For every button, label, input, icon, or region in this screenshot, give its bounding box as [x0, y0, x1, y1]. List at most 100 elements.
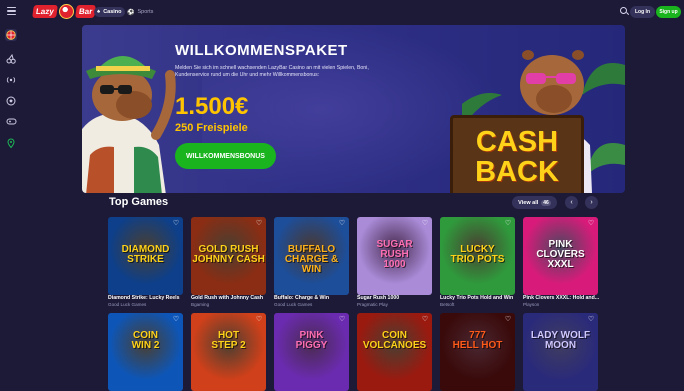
game-art-line: STEP 2: [211, 340, 246, 351]
favorite-heart-icon[interactable]: ♡: [421, 316, 429, 324]
sidebar-item-slots[interactable]: [5, 53, 17, 65]
game-art-title: BUFFALO CHARGE & WIN: [274, 245, 349, 275]
game-art-title: HOT STEP 2: [191, 331, 266, 351]
favorite-heart-icon[interactable]: ♡: [172, 220, 180, 228]
game-card[interactable]: COIN VOLCANOES ♡: [357, 313, 432, 391]
game-art-title: COIN WIN 2: [108, 331, 183, 351]
game-art-line: SUGAR: [376, 238, 413, 250]
sidebar-item-games[interactable]: [5, 115, 17, 127]
favorite-heart-icon[interactable]: ♡: [504, 220, 512, 228]
logo-text-lazy: Lazy: [32, 5, 58, 18]
view-all-button[interactable]: View all 46: [512, 196, 557, 209]
game-art-line: VOLCANOES: [362, 340, 427, 351]
favorite-heart-icon[interactable]: ♡: [172, 316, 180, 324]
favorite-heart-icon[interactable]: ♡: [255, 220, 263, 228]
ball-icon: ⚽: [127, 9, 135, 16]
logo-ball-icon: [58, 4, 74, 19]
spade-icon: ♠: [97, 9, 101, 15]
banner-description: Melden Sie sich im schnell wachsenden La…: [175, 65, 369, 78]
game-card[interactable]: BUFFALO CHARGE & WIN ♡: [274, 217, 349, 295]
game-art-title: SUGAR RUSH 1000: [357, 238, 432, 270]
favorite-heart-icon[interactable]: ♡: [338, 220, 346, 228]
menu-icon[interactable]: [7, 7, 16, 16]
banner-bonus-amount: 1.500€: [175, 93, 249, 120]
game-art-title: 777 HELL HOT: [440, 331, 515, 351]
favorite-heart-icon[interactable]: ♡: [338, 316, 346, 324]
logo[interactable]: Lazy Bar: [32, 4, 97, 19]
top-bar: Lazy Bar ♠ Casino ⚽ Sports Log In Sign u…: [0, 0, 684, 24]
banner-title: WILLKOMMENSPAKET: [175, 42, 348, 59]
game-art-title: PINK PIGGY: [274, 331, 349, 351]
gamepad-icon: [6, 118, 16, 125]
game-art-line: HELL HOT: [452, 340, 503, 351]
prev-arrow-button[interactable]: ‹: [565, 196, 578, 209]
game-card[interactable]: COIN WIN 2 ♡: [108, 313, 183, 391]
game-name[interactable]: Pink Clovers XXXL: Hold and...: [523, 295, 603, 301]
game-provider: Good Luck Games: [274, 302, 313, 307]
game-art-title: PINK CLOVERS XXXL: [523, 238, 598, 270]
game-art-title: COIN VOLCANOES: [357, 331, 432, 351]
game-card[interactable]: LUCKY TRIO POTS ♡: [440, 217, 515, 295]
top-games-title: Top Games: [109, 196, 169, 208]
game-art-line: 1000: [383, 258, 406, 270]
game-provider: Pragmatic Play: [357, 302, 388, 307]
game-art-line: PIGGY: [295, 340, 328, 351]
chevron-left-icon: ‹: [570, 199, 573, 206]
sidebar-item-location[interactable]: [5, 137, 17, 149]
cherries-icon: [6, 54, 16, 64]
search-icon[interactable]: [620, 7, 630, 16]
sidebar: [0, 24, 23, 385]
view-all-label: View all: [518, 199, 539, 206]
game-card[interactable]: LADY WOLF MOON ♡: [523, 313, 598, 391]
game-provider: Bgaming: [191, 302, 210, 307]
game-art-line: TRIO POTS: [450, 254, 505, 265]
welcome-bonus-button[interactable]: WILLKOMMENSBONUS: [175, 143, 276, 169]
logo-text-bar: Bar: [74, 5, 97, 18]
game-art-line: JOHNNY CASH: [192, 254, 265, 265]
game-art-line: XXXL: [547, 258, 574, 270]
sidebar-item-sports[interactable]: [5, 95, 17, 107]
game-name[interactable]: Diamond Strike: Lucky Reels: [108, 295, 188, 301]
sidebar-item-live[interactable]: [5, 74, 17, 86]
next-arrow-button[interactable]: ›: [585, 196, 598, 209]
favorite-heart-icon[interactable]: ♡: [587, 220, 595, 228]
game-card[interactable]: PINK PIGGY ♡: [274, 313, 349, 391]
game-name[interactable]: Gold Rush with Johnny Cash: [191, 295, 271, 301]
favorite-heart-icon[interactable]: ♡: [255, 316, 263, 324]
game-provider: Good Luck Games: [108, 302, 147, 307]
tab-casino-label: Casino: [103, 9, 122, 15]
game-card[interactable]: PINK CLOVERS XXXL ♡: [523, 217, 598, 295]
wheel-icon: [6, 30, 16, 40]
chevron-right-icon: ›: [590, 199, 593, 206]
football-icon: [6, 96, 16, 106]
login-button[interactable]: Log In: [630, 6, 655, 18]
game-art-line: WIN 2: [131, 340, 160, 351]
game-card[interactable]: DIAMOND STRIKE ♡: [108, 217, 183, 295]
banner-free-spins: 250 Freispiele: [175, 122, 248, 134]
game-card[interactable]: 777 HELL HOT ♡: [440, 313, 515, 391]
game-art-line: PINK: [548, 238, 573, 250]
game-card[interactable]: SUGAR RUSH 1000 ♡: [357, 217, 432, 295]
favorite-heart-icon[interactable]: ♡: [421, 220, 429, 228]
game-art-title: DIAMOND STRIKE: [108, 245, 183, 265]
game-art-line: STRIKE: [127, 254, 164, 265]
favorite-heart-icon[interactable]: ♡: [587, 316, 595, 324]
favorite-heart-icon[interactable]: ♡: [504, 316, 512, 324]
location-pin-icon: [7, 138, 15, 148]
signup-button[interactable]: Sign up: [656, 6, 681, 18]
game-art-line: MOON: [544, 340, 577, 351]
game-name[interactable]: Lucky Trio Pots Hold and Win: [440, 295, 520, 301]
game-name[interactable]: Buffalo: Charge & Win: [274, 295, 354, 301]
welcome-banner[interactable]: WILLKOMMENSPAKET Melden Sie sich im schn…: [82, 25, 625, 193]
game-art-title: LADY WOLF MOON: [523, 331, 598, 351]
game-art-line: CHARGE & WIN: [284, 254, 339, 275]
game-name[interactable]: Sugar Rush 1000: [357, 295, 437, 301]
game-art-title: GOLD RUSH JOHNNY CASH: [191, 245, 266, 265]
game-art-title: LUCKY TRIO POTS: [440, 245, 515, 265]
tab-sports[interactable]: ⚽ Sports: [124, 7, 156, 17]
live-icon: [6, 77, 16, 83]
game-card[interactable]: GOLD RUSH JOHNNY CASH ♡: [191, 217, 266, 295]
tab-casino[interactable]: ♠ Casino: [94, 7, 125, 17]
sidebar-item-wheel[interactable]: [5, 29, 17, 41]
game-card[interactable]: HOT STEP 2 ♡: [191, 313, 266, 391]
